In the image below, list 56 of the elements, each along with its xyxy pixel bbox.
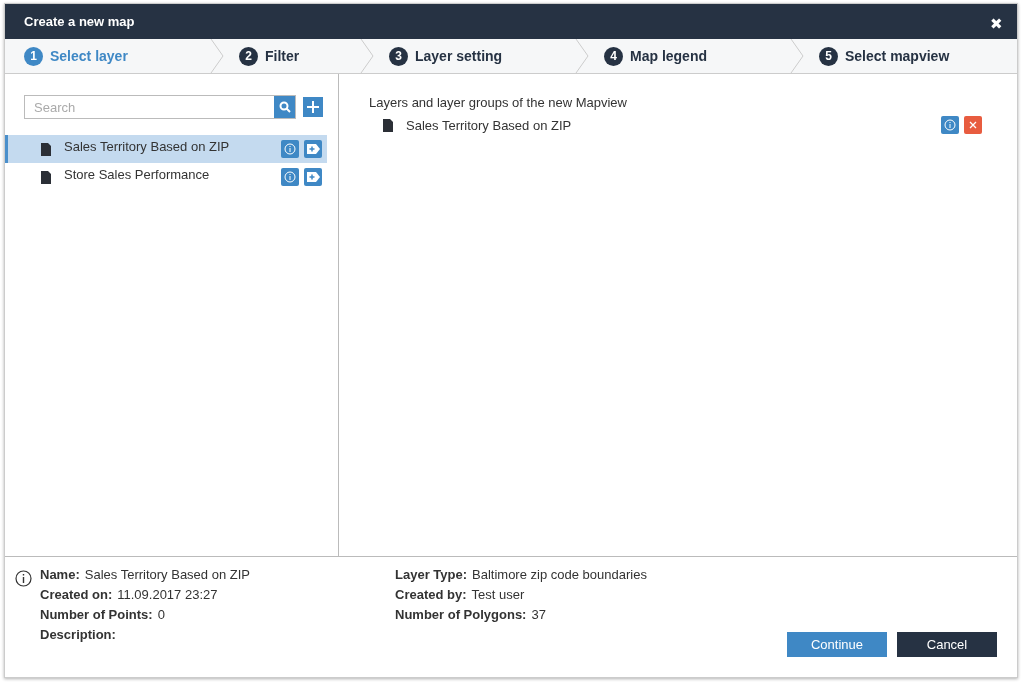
detail-label: Created by: — [395, 587, 467, 602]
section-heading: Layers and layer groups of the new Mapview — [369, 95, 628, 110]
wizard-step[interactable]: 2 Filter — [220, 39, 370, 73]
wizard-step[interactable]: 3 Layer setting — [370, 39, 585, 73]
step-number: 1 — [24, 46, 43, 66]
layer-name: Sales Territory Based on ZIP — [406, 117, 573, 133]
detail-value: 11.09.2017 23:27 — [117, 587, 218, 602]
x-icon — [969, 121, 977, 129]
close-button[interactable]: ✖ — [990, 14, 1003, 33]
detail-label: Number of Points: — [40, 607, 153, 622]
continue-button[interactable]: Continue — [787, 632, 887, 657]
add-tag-button[interactable] — [304, 140, 322, 158]
tag-plus-icon — [306, 172, 320, 182]
layer-list-item[interactable]: Store Sales Performance — [5, 163, 327, 191]
detail-label: Created on: — [40, 587, 113, 602]
info-icon — [284, 143, 296, 155]
info-button[interactable] — [281, 140, 299, 158]
detail-label: Number of Polygons: — [395, 607, 527, 622]
layer-name: Store Sales Performance — [64, 167, 211, 182]
add-button[interactable] — [303, 97, 323, 117]
wizard-step[interactable]: 1 Select layer — [5, 39, 220, 73]
wizard-step[interactable]: 4 Map legend — [585, 39, 800, 73]
cancel-button[interactable]: Cancel — [897, 632, 997, 657]
step-number: 2 — [239, 46, 258, 66]
window-title: Create a new map — [24, 14, 135, 29]
remove-button[interactable] — [964, 116, 982, 134]
detail-value: 37 — [531, 607, 546, 622]
add-tag-button[interactable] — [304, 168, 322, 186]
detail-value: Baltimore zip code boundaries — [472, 567, 647, 582]
step-number: 3 — [389, 46, 408, 66]
detail-value: Test user — [471, 587, 525, 602]
info-button[interactable] — [941, 116, 959, 134]
step-label: Filter — [265, 48, 300, 64]
info-button[interactable] — [281, 168, 299, 186]
layer-name: Sales Territory Based on ZIP — [64, 139, 231, 154]
step-label: Map legend — [630, 48, 707, 64]
step-label: Select layer — [50, 48, 128, 64]
detail-value: Sales Territory Based on ZIP — [84, 567, 250, 582]
document-icon — [383, 118, 393, 132]
layer-list-item[interactable]: Sales Territory Based on ZIP — [5, 135, 327, 163]
document-icon — [41, 142, 51, 156]
step-number: 5 — [819, 46, 838, 66]
wizard-step[interactable]: 5 Select mapview — [800, 39, 1017, 73]
step-label: Layer setting — [415, 48, 503, 64]
step-label: Select mapview — [845, 48, 950, 64]
info-icon — [284, 171, 296, 183]
detail-label: Layer Type: — [395, 567, 467, 582]
detail-label: Name: — [40, 567, 80, 582]
detail-label: Description: — [40, 627, 116, 642]
detail-value: 0 — [157, 607, 165, 622]
info-icon — [15, 570, 32, 587]
plus-icon — [307, 101, 319, 113]
tag-plus-icon — [306, 144, 320, 154]
document-icon — [41, 170, 51, 184]
info-icon — [944, 119, 956, 131]
step-number: 4 — [604, 46, 623, 66]
